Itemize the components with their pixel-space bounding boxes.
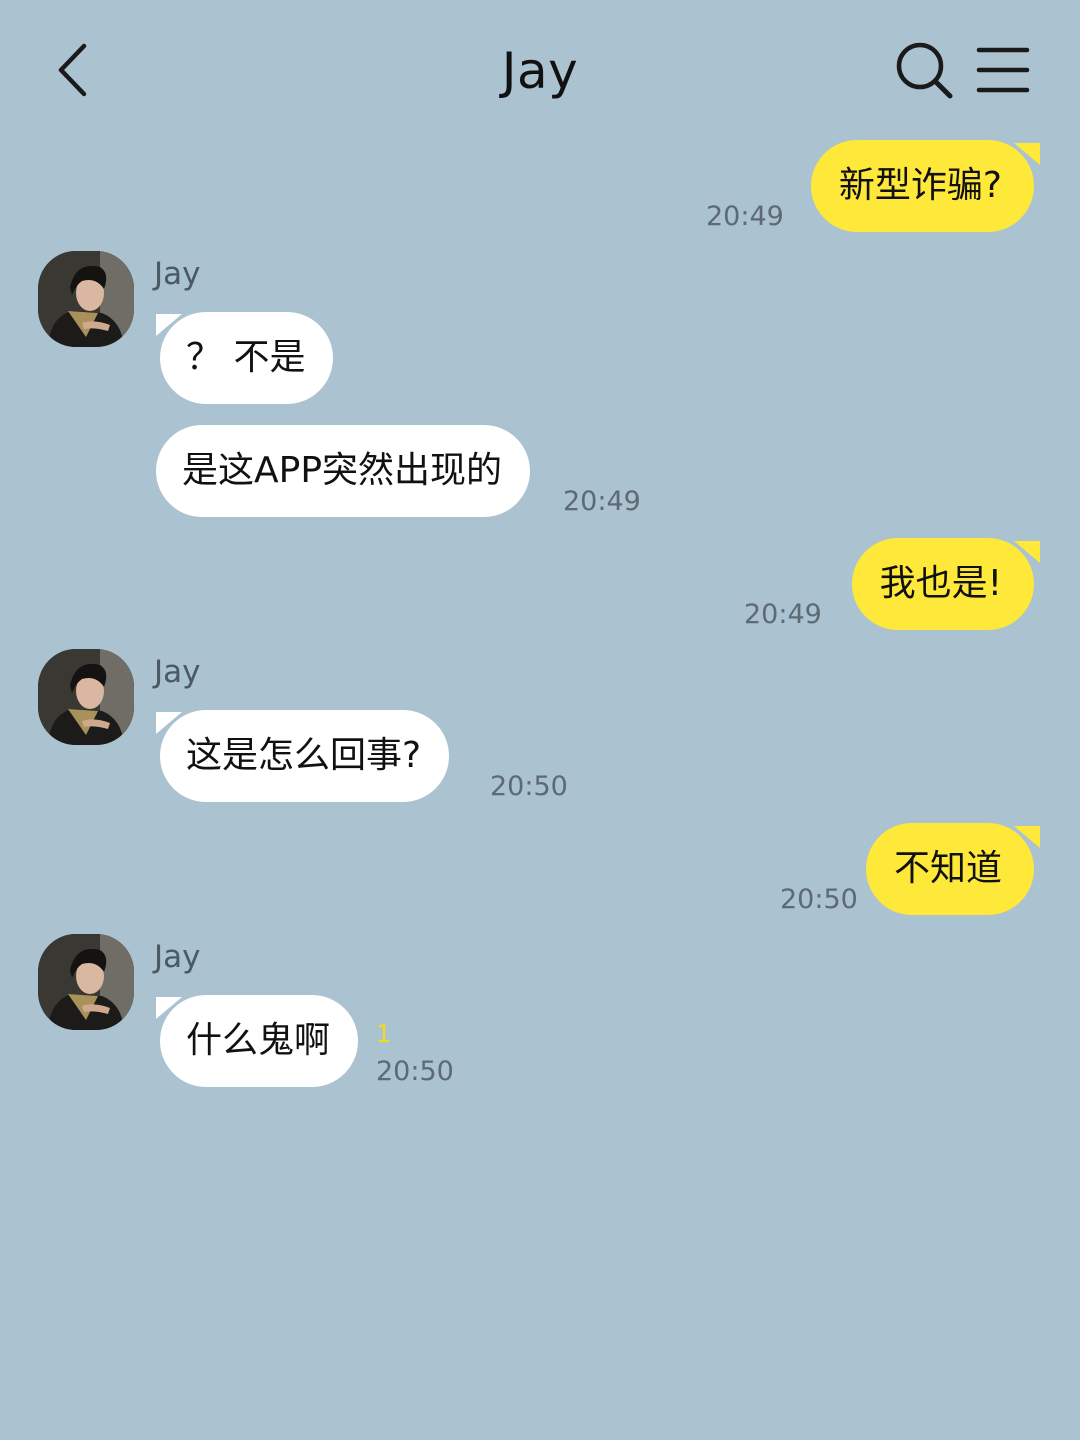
search-icon <box>896 42 953 99</box>
search-button[interactable] <box>892 38 956 102</box>
chat-header: Jay <box>0 0 1080 140</box>
outgoing-message-bubble[interactable]: 不知道 <box>865 823 1034 915</box>
avatar[interactable] <box>38 649 134 745</box>
incoming-message-bubble[interactable]: ？ 不是 <box>160 312 334 404</box>
incoming-message-bubble[interactable]: 这是怎么回事? <box>160 710 450 802</box>
avatar[interactable] <box>38 934 134 1030</box>
bubble-tail <box>1014 541 1040 563</box>
menu-button[interactable] <box>972 40 1036 100</box>
message-time: 20:50 <box>780 884 858 915</box>
unread-count: 1 <box>376 1020 392 1048</box>
incoming-message-bubble[interactable]: 什么鬼啊 <box>160 995 359 1087</box>
bubble-tail <box>1014 143 1040 165</box>
message-time: 20:49 <box>744 599 822 630</box>
message-text: 什么鬼啊 <box>186 1020 331 1061</box>
message-text: 这是怎么回事? <box>186 735 422 776</box>
sender-name: Jay <box>154 256 201 292</box>
avatar-portrait <box>38 649 134 745</box>
hamburger-menu-icon <box>976 47 1030 93</box>
incoming-message-bubble[interactable]: 是这APP突然出现的 <box>156 425 531 517</box>
message-text: 我也是! <box>879 563 1002 604</box>
avatar[interactable] <box>38 251 134 347</box>
message-time: 20:49 <box>706 201 784 232</box>
message-text: ？ 不是 <box>186 337 306 378</box>
message-text: 新型诈骗? <box>838 165 1002 206</box>
sender-name: Jay <box>154 939 201 975</box>
message-text: 是这APP突然出现的 <box>182 450 503 491</box>
sender-name: Jay <box>154 654 201 690</box>
message-time: 20:49 <box>563 486 641 517</box>
message-time: 20:50 <box>376 1056 454 1087</box>
message-text: 不知道 <box>893 848 1002 889</box>
outgoing-message-bubble[interactable]: 我也是! <box>851 538 1034 630</box>
message-time: 20:50 <box>490 771 568 802</box>
chat-screen: Jay 20:49 新型诈骗? Jay ？ 不是 是这APP突然出现的 20:4… <box>0 0 1080 1440</box>
avatar-portrait <box>38 251 134 347</box>
avatar-portrait <box>38 934 134 1030</box>
bubble-tail <box>1014 826 1040 848</box>
outgoing-message-bubble[interactable]: 新型诈骗? <box>810 140 1034 232</box>
